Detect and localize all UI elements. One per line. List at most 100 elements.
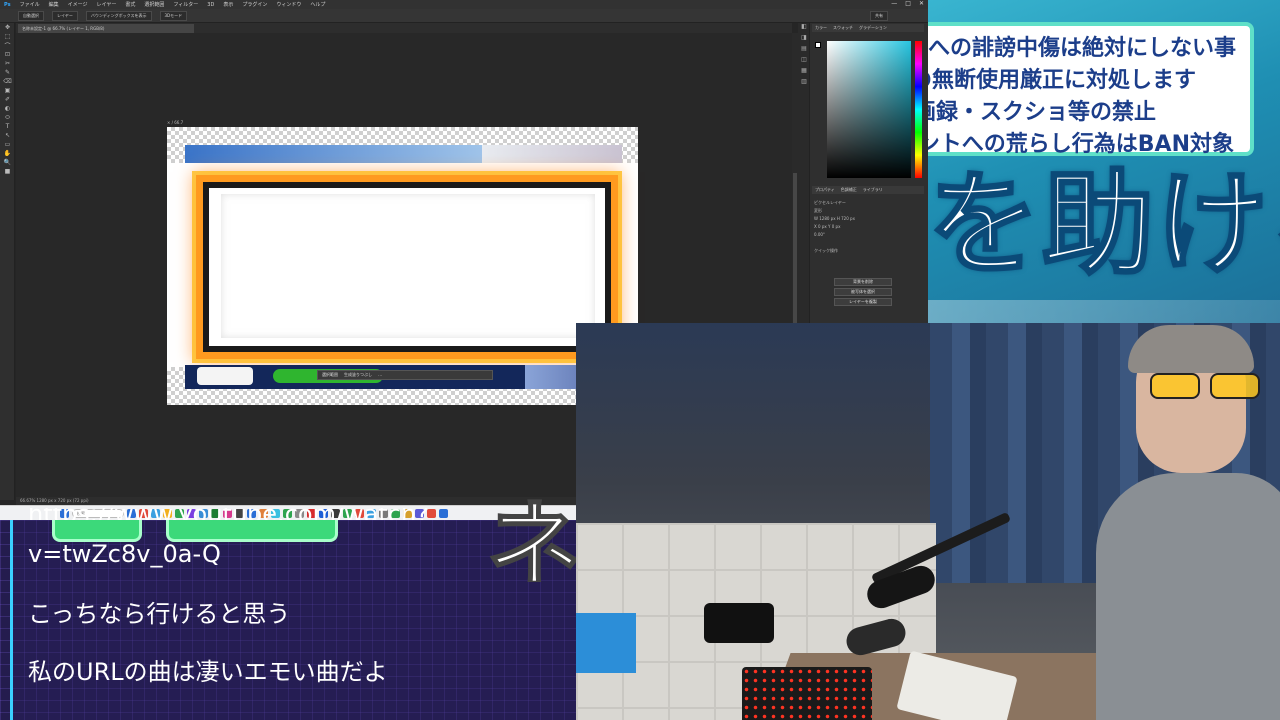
menu-bar: Ps ファイル 編集 イメージ レイヤー 書式 選択範囲 フィルター 3D 表示… bbox=[0, 0, 928, 9]
menu-window[interactable]: ウィンドウ bbox=[276, 1, 301, 8]
prop-position[interactable]: X 0 px Y 0 px bbox=[814, 224, 922, 232]
menu-type[interactable]: 書式 bbox=[125, 1, 135, 8]
tool-icon[interactable]: ⌫ bbox=[0, 77, 15, 86]
menu-edit[interactable]: 編集 bbox=[49, 1, 59, 8]
tool-icon[interactable]: ↖ bbox=[0, 131, 15, 140]
tab-gradients[interactable]: グラデーション bbox=[859, 25, 887, 31]
hue-slider[interactable] bbox=[915, 41, 922, 178]
option-bounding-box[interactable]: バウンディングボックスを表示 bbox=[85, 10, 152, 21]
ps-logo: Ps bbox=[4, 1, 11, 8]
ctx-select[interactable]: 選択範囲 bbox=[322, 372, 338, 378]
tool-icon[interactable]: ✋ bbox=[0, 149, 15, 158]
thumbnail-top-blue bbox=[185, 145, 482, 165]
menu-plugins[interactable]: プラグイン bbox=[242, 1, 267, 8]
chat-name-badge bbox=[166, 520, 338, 542]
prop-spacer bbox=[814, 240, 922, 248]
tool-icon[interactable]: ⌒ bbox=[0, 41, 15, 50]
thumbnail-top-person bbox=[482, 145, 622, 165]
menu-filter[interactable]: フィルター bbox=[173, 1, 198, 8]
panel-icon-paragraph[interactable]: ◫ bbox=[798, 56, 810, 67]
menu-3d[interactable]: 3D bbox=[207, 2, 214, 8]
panel-icon-actions[interactable]: ▥ bbox=[798, 78, 810, 89]
banner-big-text: を助ける bbox=[928, 159, 1280, 292]
minimize-button[interactable]: — bbox=[891, 0, 897, 7]
document-canvas[interactable]: 選択範囲 生成塗りつぶし ⋯ bbox=[167, 127, 638, 405]
panel-icon-character[interactable]: ▦ bbox=[798, 67, 810, 78]
glasses-lens-right bbox=[1210, 373, 1260, 399]
camera-light bbox=[704, 603, 774, 643]
prop-size[interactable]: W 1280 px H 720 px bbox=[814, 216, 922, 224]
document-tab[interactable]: 名称未設定-1 @ 66.7% (レイヤー 1, RGB/8) bbox=[18, 24, 194, 33]
tab-adjustments[interactable]: 色調補正 bbox=[841, 187, 857, 193]
taskbar-app-icon[interactable] bbox=[439, 509, 448, 518]
tool-icon[interactable]: ⬭ bbox=[0, 113, 15, 122]
rgb-keyboard bbox=[742, 667, 872, 720]
tool-icon[interactable]: ▣ bbox=[0, 86, 15, 95]
tool-icon[interactable]: ◐ bbox=[0, 104, 15, 113]
chat-message-line: 私のURLの曲は凄いエモい曲だよ bbox=[28, 658, 388, 686]
tools-panel: ✥ ⬚ ⌒ ⊡ ✂ ✎ ⌫ ▣ ✐ ◐ ⬭ T ↖ ▭ ✋ 🔍 ■ bbox=[0, 23, 15, 500]
options-bar: 自動選択 レイヤー バウンディングボックスを表示 3Dモード 共有 bbox=[0, 9, 928, 23]
select-subject-button[interactable]: 被写体を選択 bbox=[834, 288, 892, 296]
tool-icon[interactable]: 🔍 bbox=[0, 158, 15, 167]
option-layer-select[interactable]: レイヤー bbox=[52, 10, 78, 21]
panel-icon-libraries[interactable]: ▤ bbox=[798, 45, 810, 56]
window-controls: — □ ✕ bbox=[891, 0, 924, 7]
tool-icon[interactable]: ⊡ bbox=[0, 50, 15, 59]
stream-screen: Ps ファイル 編集 イメージ レイヤー 書式 選択範囲 フィルター 3D 表示… bbox=[0, 0, 1280, 720]
tab-color[interactable]: カラー bbox=[815, 25, 827, 31]
option-auto-select[interactable]: 自動選択 bbox=[18, 10, 44, 21]
overlay-large-glyph: ネ bbox=[486, 498, 582, 582]
menu-select[interactable]: 選択範囲 bbox=[144, 1, 164, 8]
menu-view[interactable]: 表示 bbox=[223, 1, 233, 8]
tool-icon[interactable]: ⬚ bbox=[0, 32, 15, 41]
tool-icon[interactable]: ■ bbox=[0, 167, 15, 176]
menu-image[interactable]: イメージ bbox=[68, 1, 88, 8]
tool-icon[interactable]: ✐ bbox=[0, 95, 15, 104]
properties-content: ピクセルレイヤー 変形 W 1280 px H 720 px X 0 px Y … bbox=[814, 200, 922, 256]
foreground-color-swatch[interactable] bbox=[815, 42, 821, 48]
prop-angle[interactable]: 0.00° bbox=[814, 232, 922, 240]
panel-icon-history[interactable]: ◧ bbox=[798, 23, 810, 34]
thumbnail-bottom-white bbox=[197, 367, 253, 385]
menu-file[interactable]: ファイル bbox=[20, 1, 40, 8]
close-button[interactable]: ✕ bbox=[919, 0, 924, 7]
tool-icon[interactable]: ✥ bbox=[0, 23, 15, 32]
document-tab-bar: 名称未設定-1 @ 66.7% (レイヤー 1, RGB/8) bbox=[16, 23, 792, 33]
panel-icon-properties[interactable]: ◨ bbox=[798, 34, 810, 45]
contextual-task-bar[interactable]: 選択範囲 生成塗りつぶし ⋯ bbox=[317, 370, 493, 380]
menu-help[interactable]: ヘルプ bbox=[310, 1, 325, 8]
fire-frame bbox=[203, 182, 611, 352]
rules-banner: 者への誹謗中傷は絶対にしない事 等の無断使用厳正に対処します 画録・スクショ等の… bbox=[928, 0, 1280, 323]
tool-icon[interactable]: ✂ bbox=[0, 59, 15, 68]
tool-icon[interactable]: ✎ bbox=[0, 68, 15, 77]
rule-line-2: 等の無断使用厳正に対処します bbox=[928, 68, 1196, 93]
color-panel-tabs: カラー スウォッチ グラデーション bbox=[812, 24, 924, 32]
tab-swatches[interactable]: スウォッチ bbox=[833, 25, 853, 31]
menu-layer[interactable]: レイヤー bbox=[97, 1, 117, 8]
properties-panel-tabs: プロパティ 色調補正 ライブラリ bbox=[812, 186, 924, 194]
blue-box bbox=[576, 613, 636, 673]
color-picker-field[interactable] bbox=[827, 41, 911, 178]
tab-properties[interactable]: プロパティ bbox=[815, 187, 835, 193]
banner-sub-strip bbox=[928, 300, 1280, 323]
streamer-hair bbox=[1128, 325, 1254, 373]
duplicate-layer-button[interactable]: レイヤーを複製 bbox=[834, 298, 892, 306]
maximize-button[interactable]: □ bbox=[905, 0, 911, 7]
chat-name-badge bbox=[52, 520, 142, 542]
yellow-glasses bbox=[1150, 373, 1270, 401]
tool-icon[interactable]: ▭ bbox=[0, 140, 15, 149]
tab-libraries[interactable]: ライブラリ bbox=[863, 187, 883, 193]
tool-icon[interactable]: T bbox=[0, 122, 15, 131]
frame-inner-area bbox=[221, 194, 595, 338]
prop-transform-heading: 変形 bbox=[814, 208, 822, 213]
rules-box: 者への誹謗中傷は絶対にしない事 等の無断使用厳正に対処します 画録・スクショ等の… bbox=[928, 22, 1254, 157]
ctx-generative-fill[interactable]: 生成塗りつぶし bbox=[344, 372, 372, 378]
share-button[interactable]: 共有 bbox=[870, 10, 888, 21]
rule-line-1: 者への誹謗中傷は絶対にしない事 bbox=[928, 36, 1236, 61]
remove-background-button[interactable]: 背景を削除 bbox=[834, 278, 892, 286]
option-3d-mode[interactable]: 3Dモード bbox=[159, 10, 188, 21]
ctx-more[interactable]: ⋯ bbox=[378, 373, 382, 378]
rule-line-3: 画録・スクショ等の禁止 bbox=[928, 100, 1156, 125]
streamer-body bbox=[1096, 473, 1280, 720]
